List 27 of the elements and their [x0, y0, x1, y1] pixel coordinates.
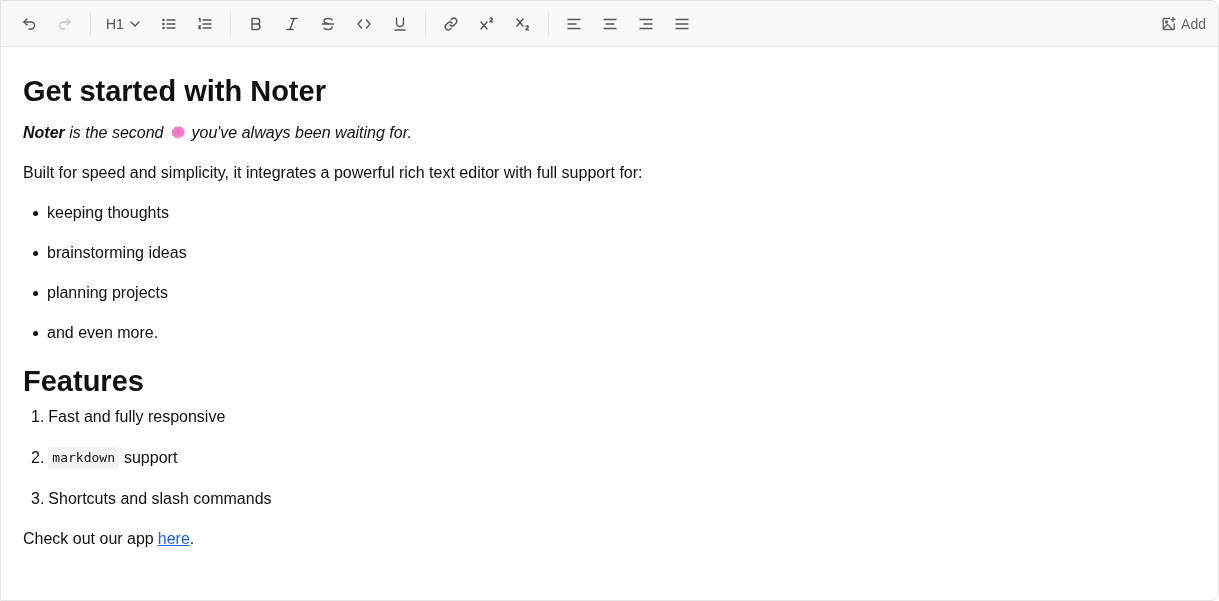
- section-heading: Features: [23, 364, 145, 399]
- list-item-text: planning projects: [47, 283, 168, 303]
- brain-icon: [169, 125, 186, 141]
- bullet-dot: [33, 210, 38, 216]
- list-item-text: Shortcuts and slash commands: [48, 489, 272, 509]
- list-number: 2.: [31, 448, 45, 468]
- body-text: .: [189, 529, 195, 549]
- list-number: 3.: [31, 489, 45, 509]
- list-item-text: keeping thoughts: [47, 203, 169, 223]
- bullet-dot: [33, 290, 38, 296]
- document-title: Get started with Noter: [23, 74, 327, 109]
- body-text: Built for speed and simplicity, it integrates a powerful rich text editor with full support for:: [23, 163, 644, 183]
- image-plus-icon: [1161, 15, 1178, 32]
- link[interactable]: here: [157, 529, 190, 549]
- add-image-button[interactable]: Add: [1157, 8, 1210, 39]
- body-text: Check out our app: [23, 529, 154, 549]
- intro-text: Noter is the second: [23, 123, 164, 143]
- list-number: 1.: [31, 407, 45, 427]
- heading-dropdown[interactable]: H1: [100, 8, 149, 39]
- intro-text: you've always been waiting for.: [191, 123, 412, 143]
- inline-code: markdown: [48, 447, 119, 469]
- bullet-dot: [33, 250, 38, 256]
- list-item-text: brainstorming ideas: [47, 243, 187, 263]
- bullet-dot: [33, 330, 38, 336]
- list-item-text: Fast and fully responsive: [48, 407, 226, 427]
- list-item-text: support: [123, 448, 178, 468]
- list-item-text: and even more.: [47, 323, 159, 343]
